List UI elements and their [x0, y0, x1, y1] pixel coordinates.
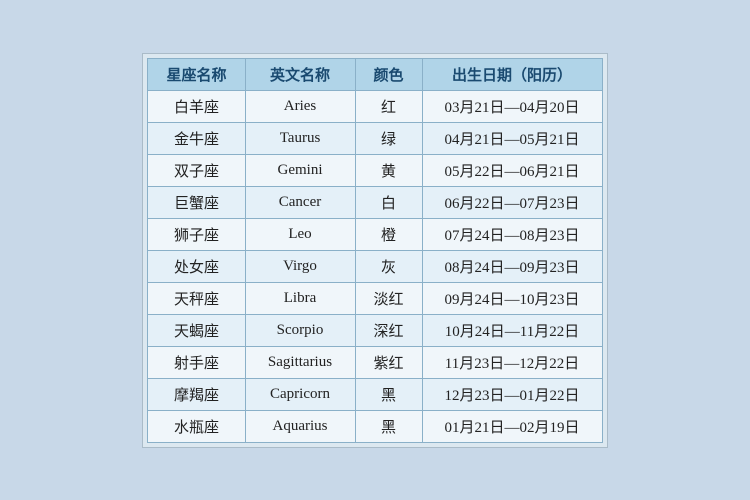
cell-date: 05月22日—06月21日: [422, 154, 602, 186]
table-row: 金牛座Taurus绿04月21日—05月21日: [148, 122, 602, 154]
cell-chinese: 天秤座: [148, 282, 245, 314]
cell-chinese: 处女座: [148, 250, 245, 282]
cell-chinese: 狮子座: [148, 218, 245, 250]
cell-english: Leo: [245, 218, 355, 250]
table-row: 射手座Sagittarius紫红11月23日—12月22日: [148, 346, 602, 378]
table-row: 天秤座Libra淡红09月24日—10月23日: [148, 282, 602, 314]
cell-date: 09月24日—10月23日: [422, 282, 602, 314]
cell-date: 10月24日—11月22日: [422, 314, 602, 346]
cell-color: 灰: [355, 250, 422, 282]
table-row: 天蝎座Scorpio深红10月24日—11月22日: [148, 314, 602, 346]
cell-date: 08月24日—09月23日: [422, 250, 602, 282]
table-row: 摩羯座Capricorn黑12月23日—01月22日: [148, 378, 602, 410]
table-row: 狮子座Leo橙07月24日—08月23日: [148, 218, 602, 250]
cell-chinese: 射手座: [148, 346, 245, 378]
cell-english: Scorpio: [245, 314, 355, 346]
cell-date: 06月22日—07月23日: [422, 186, 602, 218]
cell-color: 绿: [355, 122, 422, 154]
cell-color: 淡红: [355, 282, 422, 314]
cell-english: Libra: [245, 282, 355, 314]
cell-date: 07月24日—08月23日: [422, 218, 602, 250]
cell-english: Aquarius: [245, 410, 355, 442]
cell-english: Taurus: [245, 122, 355, 154]
zodiac-table: 星座名称 英文名称 颜色 出生日期（阳历） 白羊座Aries红03月21日—04…: [147, 58, 602, 443]
header-date: 出生日期（阳历）: [422, 58, 602, 90]
cell-english: Capricorn: [245, 378, 355, 410]
cell-chinese: 白羊座: [148, 90, 245, 122]
cell-color: 橙: [355, 218, 422, 250]
cell-date: 12月23日—01月22日: [422, 378, 602, 410]
table-row: 巨蟹座Cancer白06月22日—07月23日: [148, 186, 602, 218]
cell-english: Cancer: [245, 186, 355, 218]
cell-english: Gemini: [245, 154, 355, 186]
cell-chinese: 摩羯座: [148, 378, 245, 410]
cell-chinese: 巨蟹座: [148, 186, 245, 218]
table-row: 水瓶座Aquarius黑01月21日—02月19日: [148, 410, 602, 442]
cell-color: 紫红: [355, 346, 422, 378]
cell-chinese: 金牛座: [148, 122, 245, 154]
table-row: 处女座Virgo灰08月24日—09月23日: [148, 250, 602, 282]
cell-color: 黑: [355, 378, 422, 410]
cell-date: 03月21日—04月20日: [422, 90, 602, 122]
table-row: 双子座Gemini黄05月22日—06月21日: [148, 154, 602, 186]
table-row: 白羊座Aries红03月21日—04月20日: [148, 90, 602, 122]
zodiac-table-container: 星座名称 英文名称 颜色 出生日期（阳历） 白羊座Aries红03月21日—04…: [142, 53, 607, 448]
cell-date: 01月21日—02月19日: [422, 410, 602, 442]
table-header-row: 星座名称 英文名称 颜色 出生日期（阳历）: [148, 58, 602, 90]
header-color: 颜色: [355, 58, 422, 90]
cell-chinese: 天蝎座: [148, 314, 245, 346]
cell-chinese: 双子座: [148, 154, 245, 186]
cell-color: 黑: [355, 410, 422, 442]
cell-date: 11月23日—12月22日: [422, 346, 602, 378]
cell-color: 白: [355, 186, 422, 218]
cell-color: 红: [355, 90, 422, 122]
cell-english: Virgo: [245, 250, 355, 282]
cell-date: 04月21日—05月21日: [422, 122, 602, 154]
cell-chinese: 水瓶座: [148, 410, 245, 442]
header-english: 英文名称: [245, 58, 355, 90]
cell-color: 黄: [355, 154, 422, 186]
cell-english: Sagittarius: [245, 346, 355, 378]
header-chinese: 星座名称: [148, 58, 245, 90]
cell-color: 深红: [355, 314, 422, 346]
cell-english: Aries: [245, 90, 355, 122]
